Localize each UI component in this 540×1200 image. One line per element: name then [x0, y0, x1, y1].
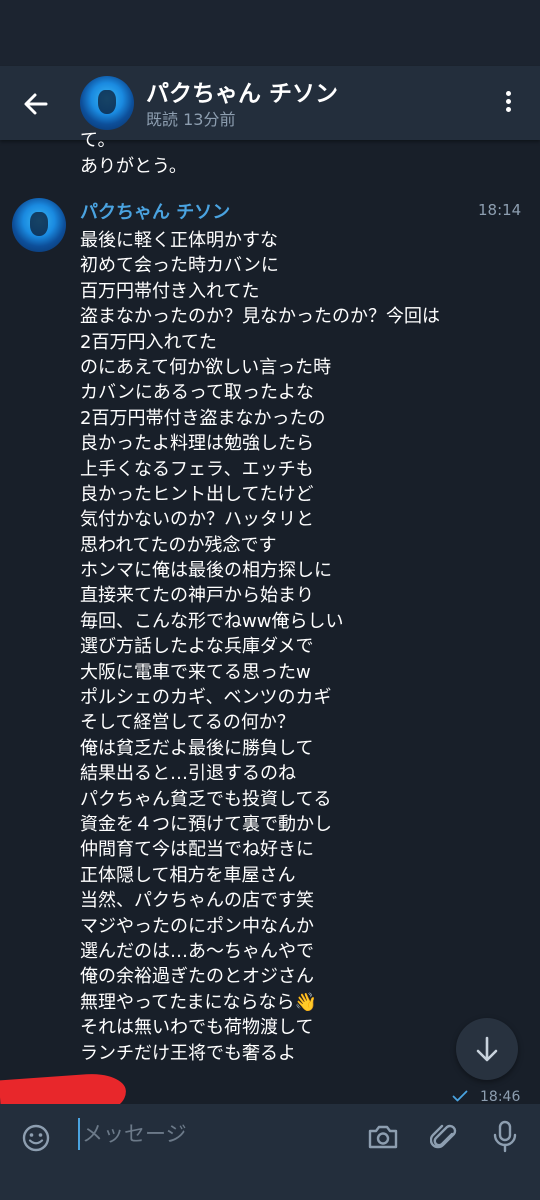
- message-line: 結果出ると…引退するのね: [80, 763, 296, 785]
- back-arrow-icon[interactable]: [20, 88, 52, 120]
- message-line: 毎回、こんな形でねww俺らしい: [80, 610, 344, 632]
- contact-avatar[interactable]: [80, 76, 134, 130]
- paperclip-icon[interactable]: [430, 1120, 460, 1154]
- message-line: 俺は貧乏だよ最後に勝負して: [80, 737, 314, 759]
- message-line: 思われてたのか残念です: [80, 534, 277, 556]
- message-line: ホンマに俺は最後の相方探しに: [80, 560, 332, 582]
- message-body: 最後に軽く正体明かすな 初めて会った時カバンに 百万円帯付き入れてた盗まなかったのか…: [80, 228, 520, 1066]
- microphone-icon[interactable]: [492, 1119, 518, 1155]
- message-line: のにあえて何か欲しい言った時: [80, 356, 332, 378]
- message-line: ポルシェのカギ、ベンツのカギ: [80, 687, 332, 709]
- message-line: 選んだのは…あ〜ちゃんやで: [80, 940, 314, 962]
- message-line: 百万円帯付き入れてた: [80, 280, 260, 302]
- text-caret: [78, 1118, 80, 1150]
- sent-check-icon: [452, 1090, 468, 1102]
- sender-avatar[interactable]: [12, 198, 66, 252]
- message-line: 上手くなるフェラ、エッチも: [80, 458, 314, 480]
- message-line: 良かったよ料理は勉強したら: [80, 433, 314, 455]
- emoji-icon[interactable]: [20, 1122, 52, 1154]
- message-line: 良かったヒント出してたけど: [80, 483, 314, 505]
- message-line: そして経営してるの何か？: [80, 712, 295, 734]
- more-menu-icon[interactable]: [496, 88, 520, 120]
- sender-name[interactable]: パクちゃん チソン: [80, 198, 230, 224]
- message-line: それは無いわでも荷物渡して: [80, 1017, 314, 1039]
- message-time: 18:14: [478, 201, 522, 219]
- message-line: 2百万円帯付き盗まなかったの: [80, 407, 326, 429]
- message-line: 正体隠して相方を車屋さん: [80, 864, 296, 886]
- message-line: 仲間育て今は配当でね好きに: [80, 839, 314, 861]
- previous-message-text: て。 ありがとう。: [80, 130, 187, 177]
- message-line: 俺の余裕過ぎたのとオジさん: [80, 966, 314, 988]
- message-line: カバンにあるって取ったよな: [80, 382, 314, 404]
- camera-icon[interactable]: [366, 1121, 400, 1153]
- last-seen-status: 既読 13分前: [146, 110, 236, 129]
- sent-message-time: 18:46: [480, 1089, 521, 1105]
- message-line: パクちゃん貧乏でも投資してる: [80, 788, 332, 810]
- message-line: 気付かないのか？ハッタリと: [80, 509, 314, 531]
- scroll-down-button[interactable]: [456, 1018, 518, 1080]
- message-line: 大阪に電車で来てる思ったw: [80, 661, 311, 683]
- message-line: 初めて会った時カバンに: [80, 255, 279, 277]
- message-line: 当然、パクちゃんの店です笑: [80, 890, 314, 912]
- message-line: 盗まなかったのか？見なかったのか？今回は: [80, 306, 440, 328]
- message-line: 選び方話したよな兵庫ダメで: [80, 636, 314, 658]
- contact-name[interactable]: パクちゃん チソン: [146, 74, 338, 108]
- message-line: 直接来てたの神戸から始まり: [80, 585, 314, 607]
- status-bar: [0, 0, 540, 66]
- message-line: 最後に軽く正体明かすな: [80, 230, 278, 251]
- message-line: 無理やってたまにならなら👋: [80, 991, 317, 1013]
- message-line: マジやったのにポン中なんか: [80, 915, 314, 937]
- message-line: 資金を４つに預けて裏で動かし: [80, 813, 332, 835]
- message-line: 2百万円入れてた: [80, 331, 217, 353]
- message-input[interactable]: メッセージ: [82, 1118, 187, 1148]
- arrow-down-icon: [476, 1036, 498, 1062]
- message-line: ランチだけ王将でも奢るよ: [80, 1042, 296, 1064]
